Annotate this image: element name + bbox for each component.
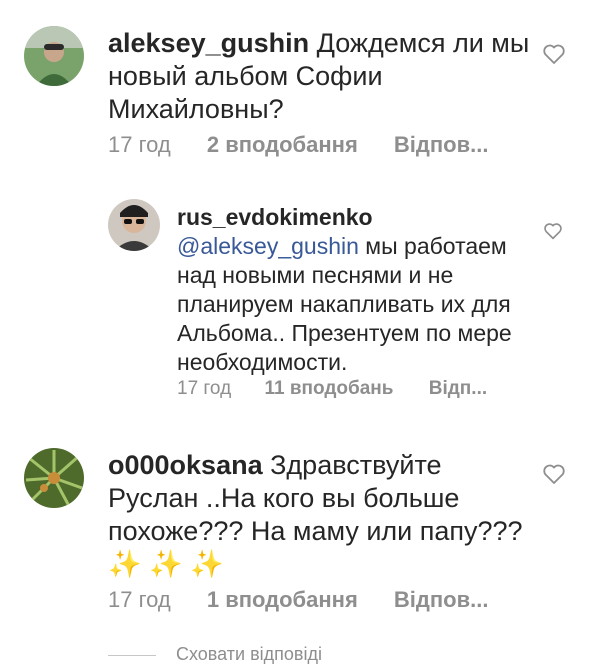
avatar[interactable] [24, 448, 84, 508]
comment-body: o000oksana Здравствуйте Руслан ..На кого… [108, 449, 538, 581]
comment-time: 17 год [108, 587, 171, 612]
reply-button[interactable]: Відпов... [394, 132, 489, 158]
reply-button[interactable]: Відп... [429, 378, 487, 400]
comment-body: aleksey_gushin Дождемся ли мы новый альб… [108, 27, 538, 126]
hide-replies-button[interactable]: Сховати відповіді [108, 644, 322, 668]
mention-link[interactable]: @aleksey_gushin [177, 233, 359, 259]
comment-likes[interactable]: 1 вподобання [207, 587, 358, 613]
reply-button[interactable]: Відпов... [394, 587, 489, 613]
comment-body: rus_evdokimenko @aleksey_gushin мы работ… [177, 203, 517, 377]
comment-time: 17 год [108, 132, 171, 157]
like-heart-icon[interactable] [542, 463, 566, 485]
comment-meta: 17 год 11 вподобань Відп... [177, 378, 487, 400]
comment-username[interactable]: rus_evdokimenko [177, 203, 517, 232]
comment-likes[interactable]: 2 вподобання [207, 132, 358, 158]
hide-replies-label: Сховати відповіді [176, 644, 322, 664]
comment-meta: 17 год 1 вподобання Відпов... [108, 587, 488, 613]
like-heart-icon[interactable] [542, 43, 566, 65]
comment-likes[interactable]: 11 вподобань [264, 378, 393, 400]
comment-username[interactable]: aleksey_gushin [108, 28, 309, 58]
avatar[interactable] [24, 26, 84, 86]
sparkles-emoji: ✨ ✨ ✨ [108, 549, 224, 579]
comment-time: 17 год [177, 378, 232, 399]
like-heart-icon[interactable] [543, 222, 563, 240]
comment-meta: 17 год 2 вподобання Відпов... [108, 132, 488, 158]
comment-username[interactable]: o000oksana [108, 450, 263, 480]
avatar[interactable] [108, 199, 160, 251]
divider-line [108, 654, 156, 656]
